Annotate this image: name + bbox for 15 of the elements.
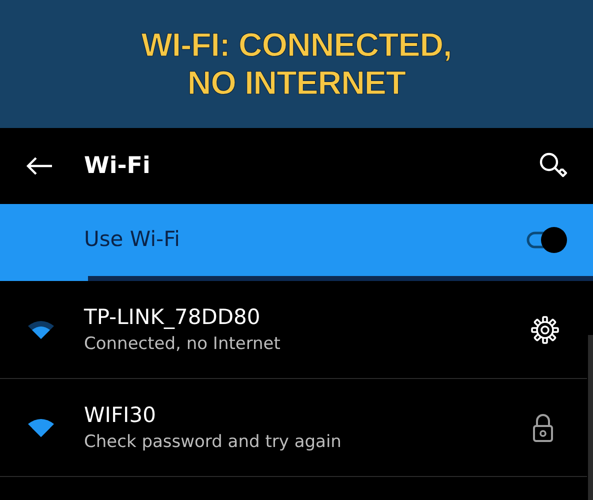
caption-text: WI-FI: CONNECTED, NO INTERNET: [140, 26, 453, 102]
screen-title: Wi-Fi: [84, 152, 150, 181]
back-arrow-icon[interactable]: [25, 156, 53, 176]
toggle-switch[interactable]: [526, 226, 568, 254]
lock-icon: [532, 412, 554, 442]
wifi-signal-icon: [27, 320, 55, 340]
toggle-label: Use Wi-Fi: [84, 226, 180, 254]
network-name: WIFI30: [84, 402, 157, 428]
network-name: TP-LINK_78DD80: [84, 304, 262, 330]
network-row[interactable]: WIFI30 Check password and try again: [0, 379, 587, 477]
network-row[interactable]: TP-LINK_78DD80 Connected, no Internet: [0, 281, 587, 379]
network-status: Connected, no Internet: [84, 332, 280, 356]
settings-icon[interactable]: [531, 316, 559, 344]
wifi-signal-icon: [27, 418, 55, 438]
network-status: Check password and try again: [84, 430, 342, 454]
